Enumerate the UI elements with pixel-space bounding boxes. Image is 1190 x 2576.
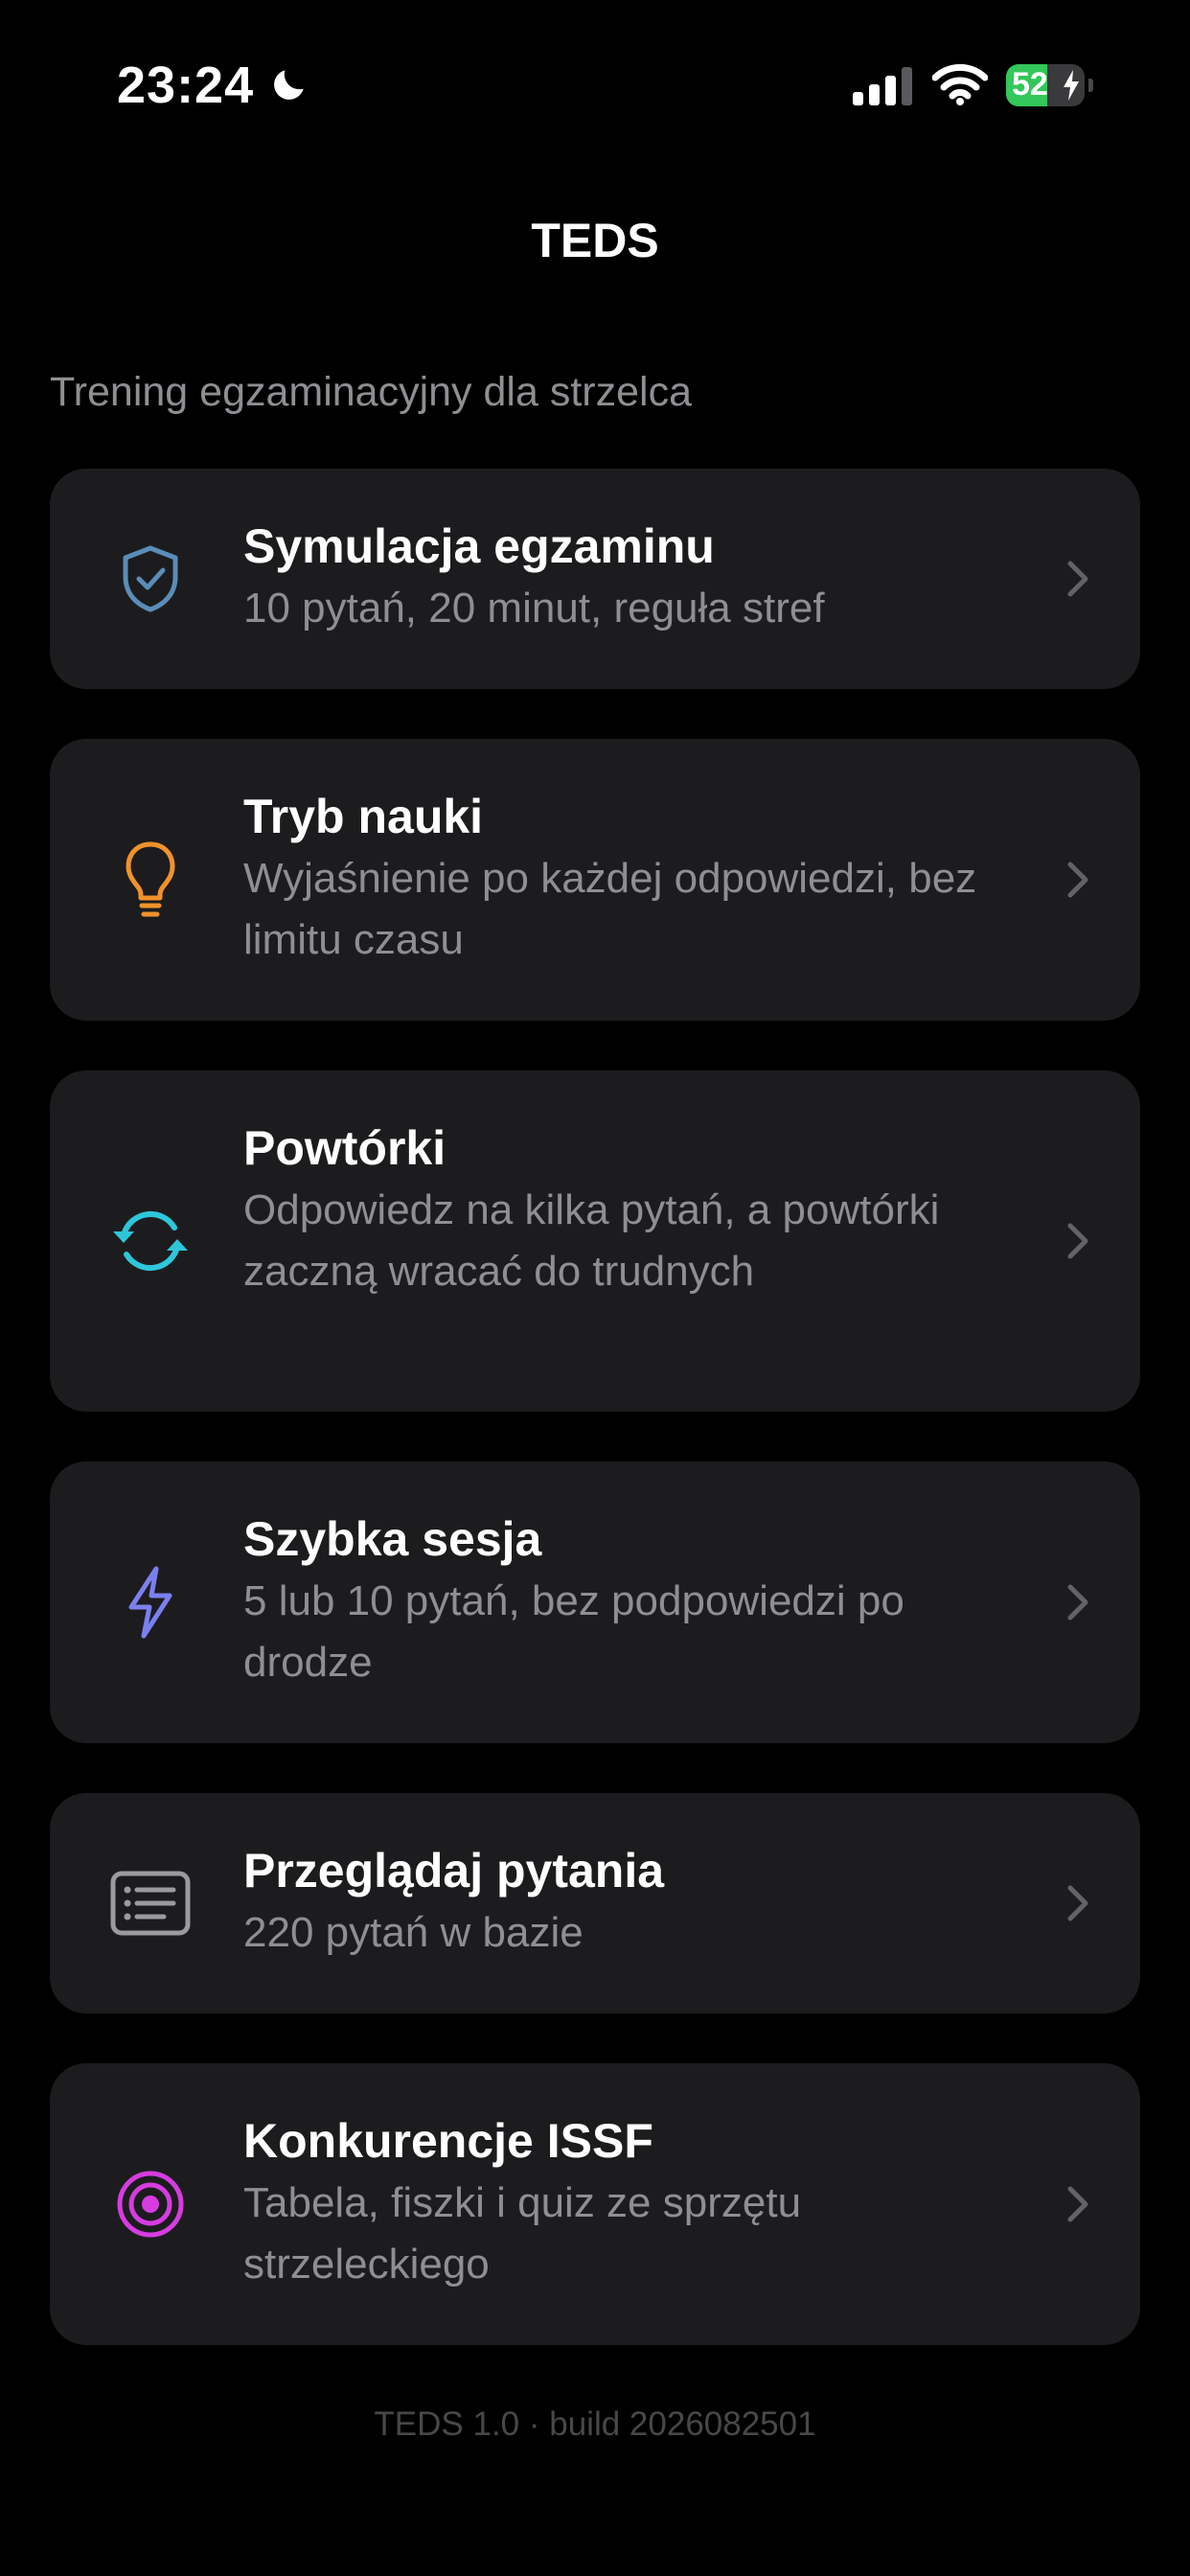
- chevron-right-icon: [1065, 1582, 1090, 1627]
- page-title: TEDS: [531, 214, 659, 267]
- menu-item-title: Konkurencje ISSF: [243, 2114, 653, 2168]
- status-bar: 23:24 52: [0, 0, 1190, 172]
- shield-check-icon: [107, 536, 194, 622]
- list-icon: [107, 1860, 194, 1946]
- menu-item-title: Tryb nauki: [243, 790, 484, 843]
- charging-bolt-icon: [1062, 70, 1081, 105]
- menu-item-title: Symulacja egzaminu: [243, 519, 715, 573]
- menu-item-title: Powtórki: [243, 1121, 446, 1175]
- chevron-right-icon: [1065, 860, 1090, 905]
- refresh-icon: [107, 1198, 194, 1284]
- menu-item-description: Wyjaśnienie po każdej odpowiedzi, bez li…: [243, 855, 977, 963]
- menu-item-description: 10 pytań, 20 minut, reguła stref: [243, 585, 825, 632]
- menu-item-issf-events[interactable]: Konkurencje ISSF Tabela, fiszki i quiz z…: [50, 2063, 1140, 2345]
- build-info: TEDS 1.0 · build 2026082501: [374, 2405, 816, 2443]
- menu-item-title: Przeglądaj pytania: [243, 1844, 665, 1898]
- battery-level: 52: [1012, 66, 1048, 103]
- menu-item-description: 220 pytań w bazie: [243, 1909, 584, 1956]
- signal-icon: [853, 67, 914, 110]
- chevron-right-icon: [1065, 1221, 1090, 1266]
- bolt-icon: [107, 1559, 194, 1645]
- target-icon: [107, 2161, 194, 2247]
- menu-item-exam-simulation[interactable]: Symulacja egzaminu 10 pytań, 20 minut, r…: [50, 469, 1140, 689]
- menu-item-quick-session[interactable]: Szybka sesja 5 lub 10 pytań, bez podpowi…: [50, 1461, 1140, 1743]
- chevron-right-icon: [1065, 2184, 1090, 2229]
- moon-icon: [268, 63, 310, 110]
- menu-item-study-mode[interactable]: Tryb nauki Wyjaśnienie po każdej odpowie…: [50, 739, 1140, 1021]
- page-subtitle: Trening egzaminacyjny dla strzelca: [50, 369, 692, 415]
- menu-item-browse-questions[interactable]: Przeglądaj pytania 220 pytań w bazie: [50, 1793, 1140, 2013]
- status-time: 23:24: [117, 57, 255, 114]
- menu-item-title: Szybka sesja: [243, 1512, 542, 1566]
- chevron-right-icon: [1065, 1883, 1090, 1928]
- menu-item-description: Tabela, fiszki i quiz ze sprzętu strzele…: [243, 2179, 802, 2288]
- menu-item-description: 5 lub 10 pytań, bez podpowiedzi po drodz…: [243, 1577, 904, 1686]
- chevron-right-icon: [1065, 559, 1090, 604]
- menu-item-reviews[interactable]: Powtórki Odpowiedz na kilka pytań, a pow…: [50, 1070, 1140, 1412]
- lightbulb-icon: [107, 838, 194, 924]
- wifi-icon: [931, 63, 989, 110]
- menu-item-description: Odpowiedz na kilka pytań, a powtórki zac…: [243, 1186, 940, 1295]
